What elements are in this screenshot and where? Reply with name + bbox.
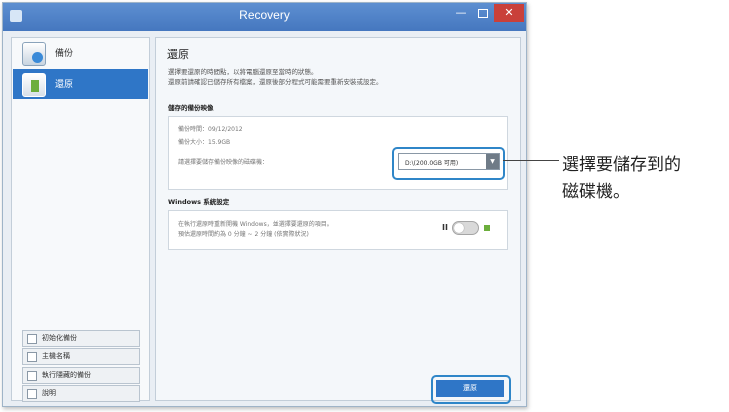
- drive-select-prompt: 請選擇要儲存備份映像的磁碟機：: [178, 159, 269, 166]
- document-icon: [27, 352, 37, 362]
- pause-icon: II: [442, 223, 448, 232]
- run-hidden-backup-button[interactable]: 執行隱藏的備份: [22, 367, 140, 384]
- windows-section-heading: Windows 系統設定: [168, 198, 230, 206]
- sidebar-item-label: 備份: [55, 49, 74, 59]
- button-label: 初始化備份: [42, 334, 77, 342]
- sidebar: 備份 還原 初始化備份 主機名稱 執行隱藏的備份 說明: [11, 37, 150, 402]
- callout-text: 磁碟機。: [562, 182, 630, 202]
- windows-panel: 在執行還原時重新開機 Windows，並選擇要還原的項目。 預估還原時間約為 0…: [168, 210, 508, 250]
- button-label: 執行隱藏的備份: [42, 371, 91, 379]
- minimize-button[interactable]: —: [450, 4, 472, 22]
- help-button[interactable]: 說明: [22, 385, 140, 402]
- button-label: 說明: [42, 389, 56, 397]
- title-bar: Recovery — ✕: [3, 3, 526, 31]
- restore-icon: [22, 73, 46, 97]
- host-name-button[interactable]: 主機名稱: [22, 348, 140, 365]
- restore-button-highlight: [431, 375, 511, 404]
- help-icon: [27, 389, 37, 399]
- callout-line: [503, 160, 559, 161]
- windows-setting-line: 在執行還原時重新開機 Windows，並選擇要還原的項目。: [178, 221, 333, 228]
- storage-section-heading: 儲存的備份映像: [168, 104, 214, 112]
- recovery-window: Recovery — ✕ 備份 還原 初始化備份 主機名稱 執行隱藏的備份 說明: [2, 2, 527, 407]
- document-icon: [27, 371, 37, 381]
- maximize-button[interactable]: [472, 4, 494, 22]
- drive-select-highlight: [392, 147, 505, 180]
- backup-icon: [22, 42, 46, 66]
- document-icon: [27, 334, 37, 344]
- sidebar-item-restore[interactable]: 還原: [13, 69, 148, 99]
- toggle-knob: [454, 223, 464, 233]
- sidebar-item-backup[interactable]: 備份: [13, 38, 148, 68]
- callout-text: 選擇要儲存到的: [562, 155, 681, 175]
- initialize-backup-button[interactable]: 初始化備份: [22, 330, 140, 347]
- button-label: 主機名稱: [42, 352, 70, 360]
- page-title: 還原: [167, 48, 189, 61]
- main-content: 還原 選擇要還原的時間點，以將電腦還原至當時的狀態。 還原前請確認已儲存所有檔案…: [155, 37, 521, 401]
- description-line: 選擇要還原的時間點，以將電腦還原至當時的狀態。: [168, 68, 318, 76]
- sidebar-item-label: 還原: [55, 80, 74, 90]
- window-title: Recovery: [239, 8, 290, 22]
- play-icon: [484, 225, 490, 231]
- maximize-icon: [478, 9, 488, 18]
- backup-size: 備份大小：15.9GB: [178, 139, 231, 146]
- windows-toggle[interactable]: [452, 221, 479, 235]
- description-line: 還原前請確認已儲存所有檔案，還原後部分程式可能需要重新安裝或設定。: [168, 78, 383, 86]
- backup-date: 備份時間：09/12/2012: [178, 126, 243, 133]
- windows-setting-line: 預估還原時間約為 0 分鐘 ~ 2 分鐘 (依實際狀況): [178, 231, 309, 238]
- close-button[interactable]: ✕: [494, 4, 524, 22]
